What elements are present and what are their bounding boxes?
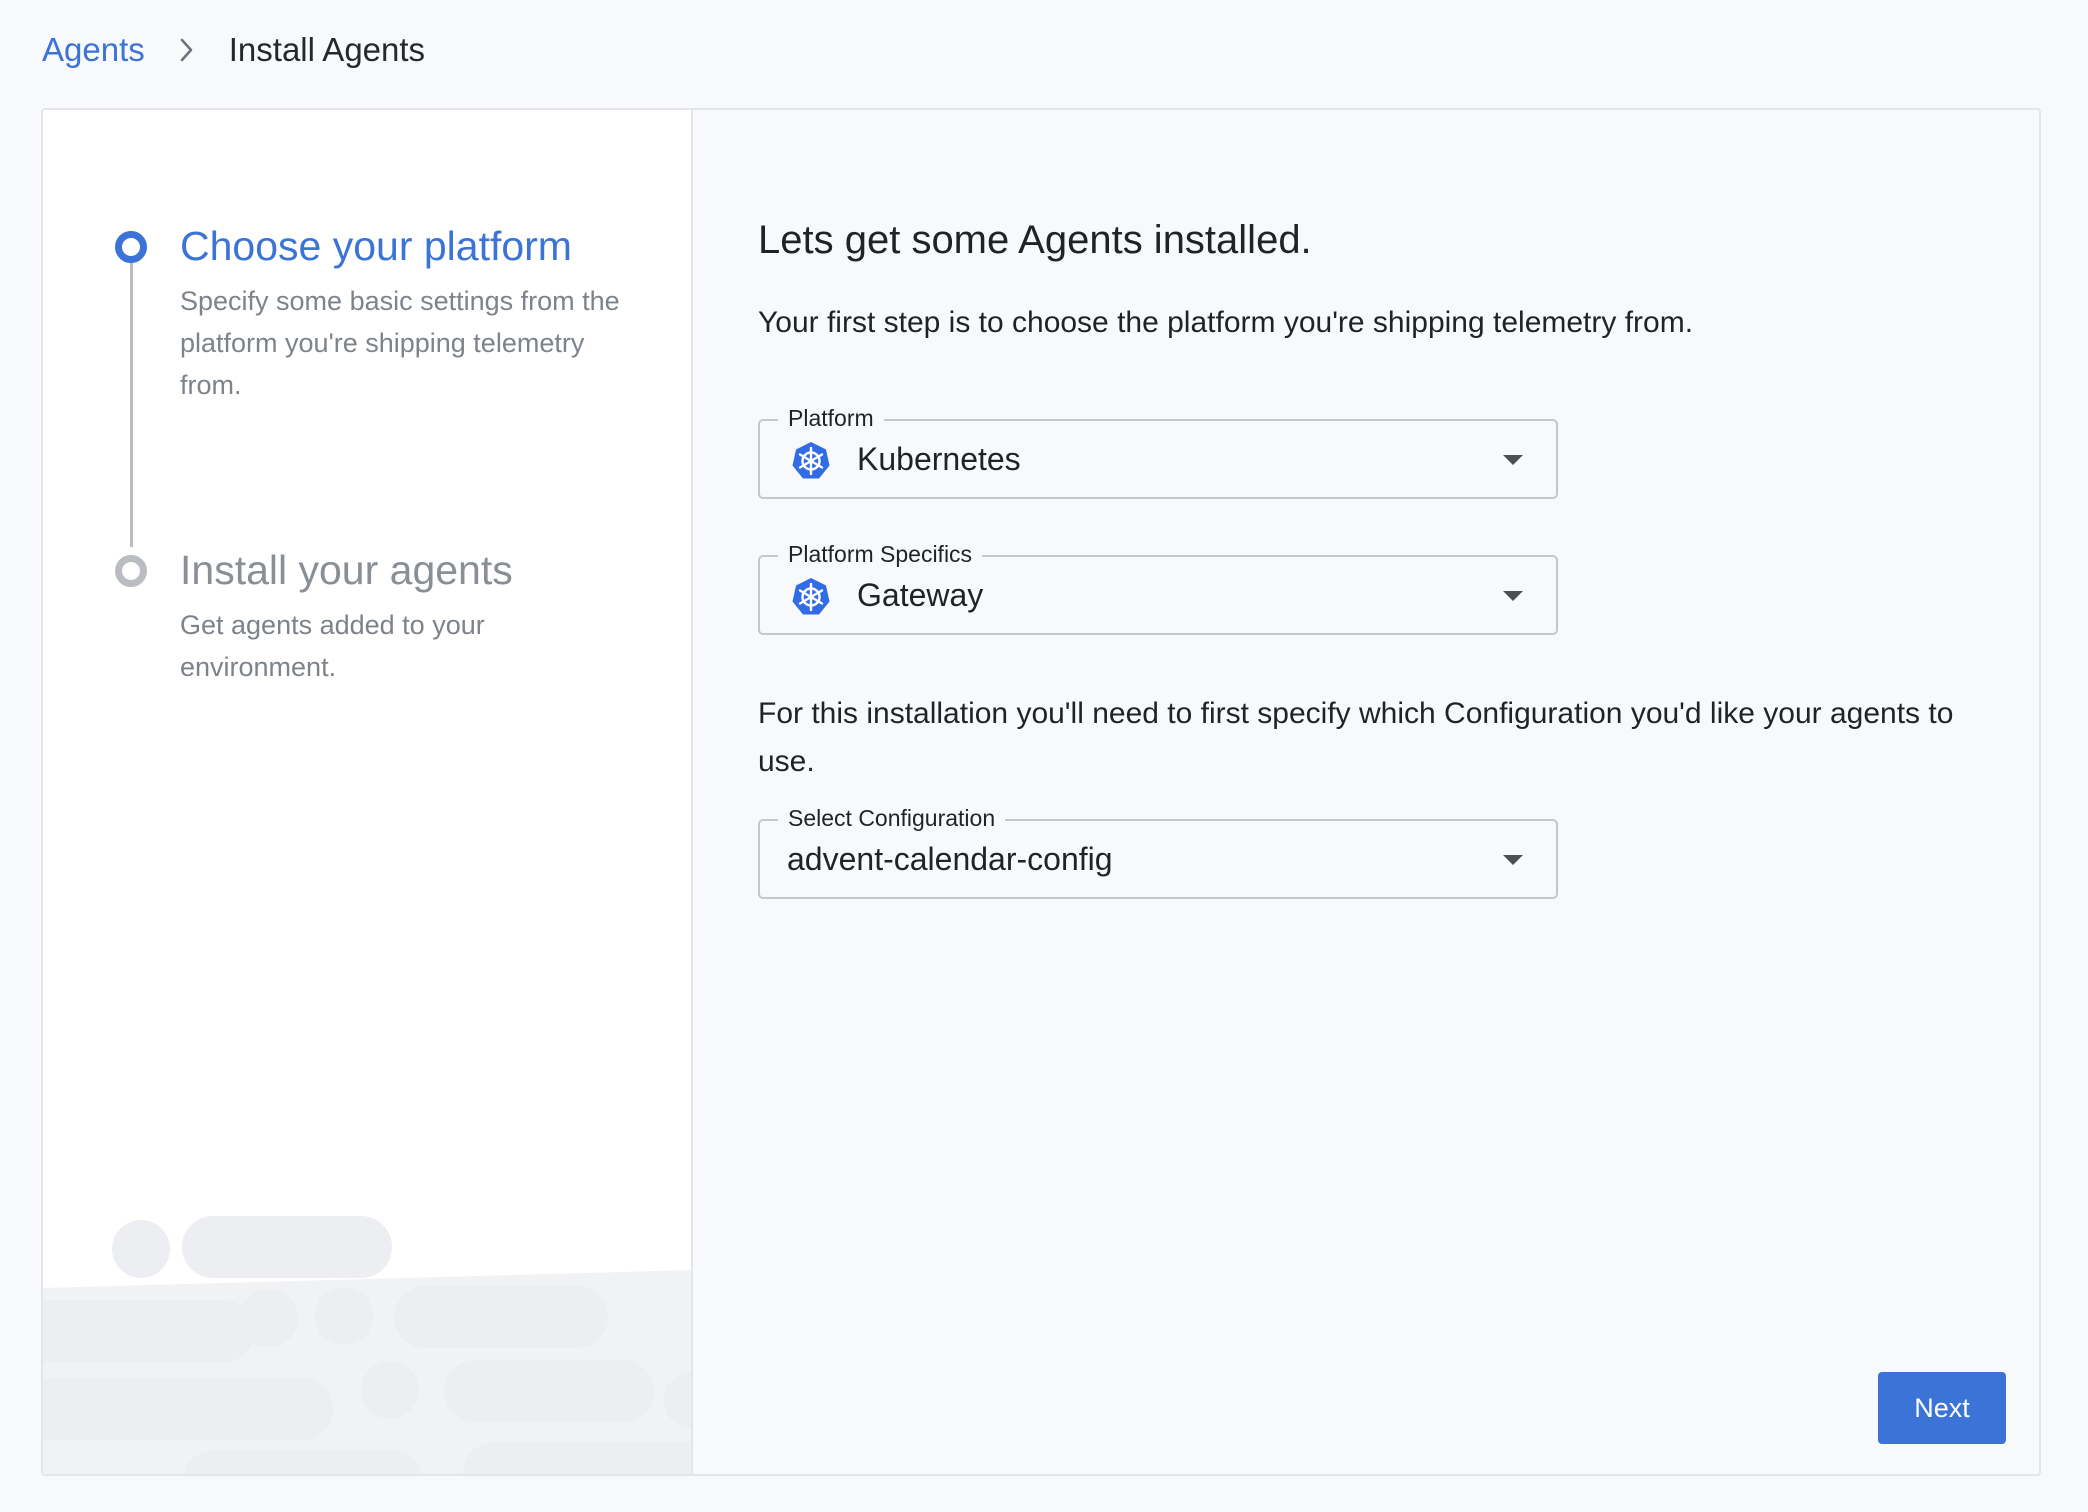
decorative-background-shapes bbox=[43, 1216, 691, 1474]
configuration-value: advent-calendar-config bbox=[787, 841, 1113, 877]
kubernetes-icon bbox=[792, 578, 830, 615]
platform-specifics-label: Platform Specifics bbox=[778, 540, 983, 568]
page-heading: Lets get some Agents installed. bbox=[758, 218, 1312, 262]
platform-form: Lets get some Agents installed. Your fir… bbox=[693, 110, 2039, 1474]
breadcrumb: Agents Install Agents bbox=[42, 26, 425, 74]
platform-specifics-value: Gateway bbox=[857, 577, 984, 613]
step-title: Install your agents bbox=[180, 547, 513, 593]
breadcrumb-current: Install Agents bbox=[228, 31, 426, 68]
platform-value: Kubernetes bbox=[857, 441, 1021, 477]
install-agents-card: Choose your platform Specify some basic … bbox=[41, 108, 2041, 1476]
step-active-marker bbox=[115, 231, 147, 263]
caret-down-icon bbox=[1503, 591, 1523, 601]
caret-down-icon bbox=[1503, 455, 1523, 465]
platform-specifics-select[interactable]: Platform Specifics Gateway bbox=[758, 540, 1558, 635]
stepper-connector bbox=[130, 235, 133, 547]
platform-select[interactable]: Platform Kubernetes bbox=[758, 404, 1558, 499]
chevron-right-icon bbox=[163, 26, 211, 74]
step-title: Choose your platform bbox=[180, 223, 572, 269]
configuration-select[interactable]: Select Configuration advent-calendar-con… bbox=[758, 804, 1558, 899]
configuration-note: For this installation you'll need to fir… bbox=[758, 697, 1954, 778]
kubernetes-icon bbox=[792, 442, 830, 479]
step-description: Get agents added to your environment. bbox=[180, 610, 485, 682]
next-button[interactable]: Next bbox=[1878, 1372, 2006, 1444]
caret-down-icon bbox=[1503, 855, 1523, 865]
configuration-label: Select Configuration bbox=[778, 804, 1006, 832]
stepper-panel: Choose your platform Specify some basic … bbox=[43, 110, 693, 1474]
step-description: Specify some basic settings from the pla… bbox=[180, 286, 620, 400]
platform-label: Platform bbox=[778, 404, 884, 432]
breadcrumb-agents-link[interactable]: Agents bbox=[42, 31, 145, 69]
intro-text: Your first step is to choose the platfor… bbox=[758, 306, 1694, 339]
step-inactive-marker bbox=[115, 555, 147, 587]
